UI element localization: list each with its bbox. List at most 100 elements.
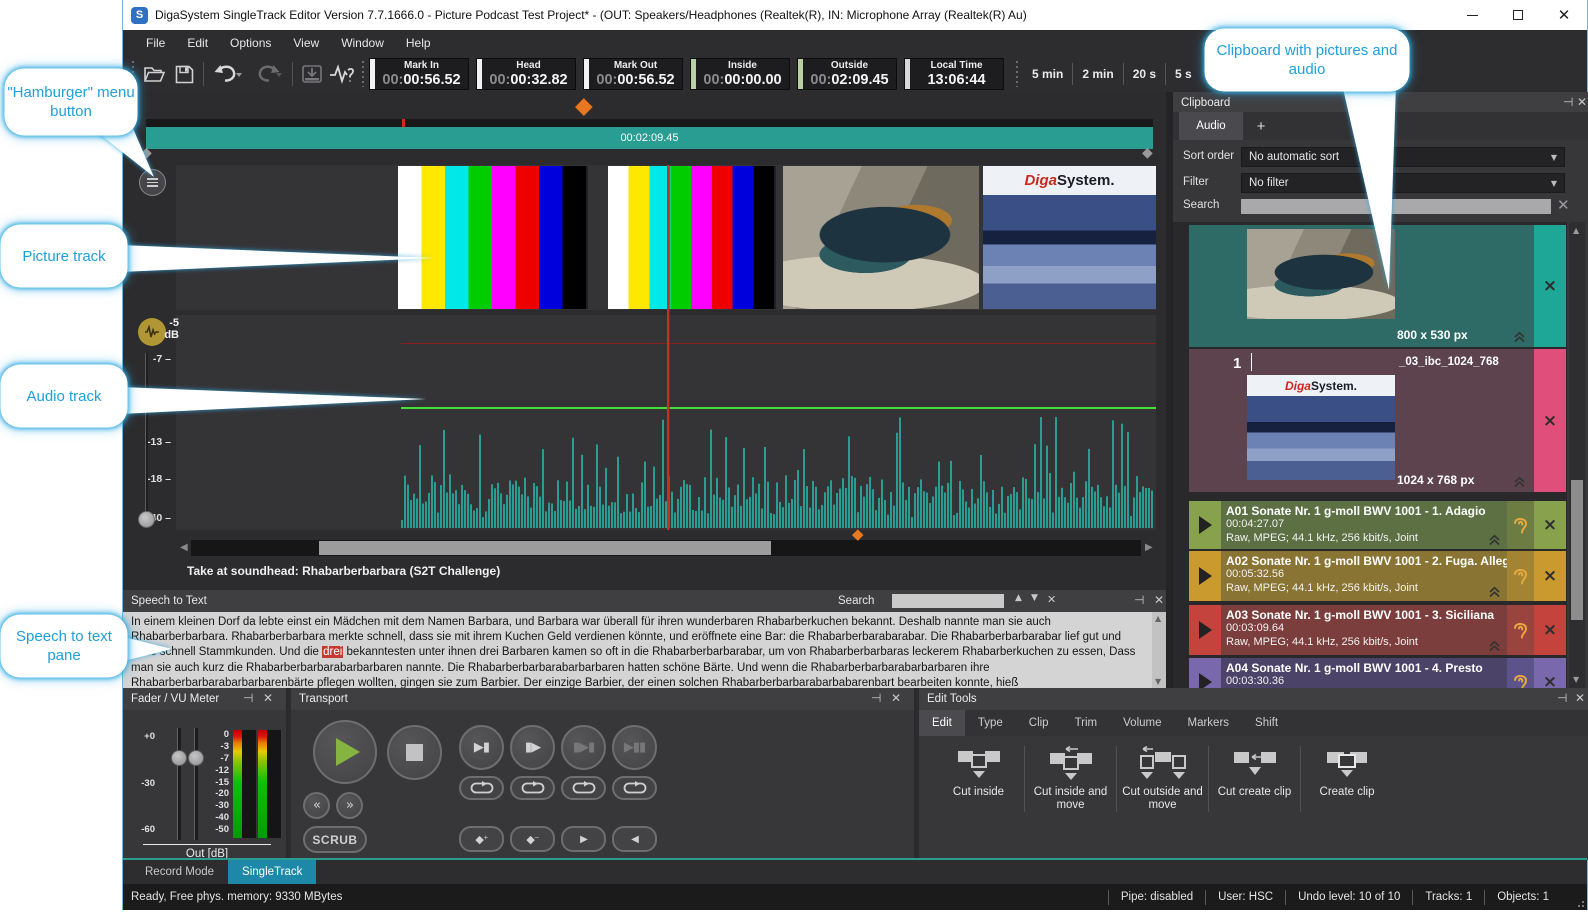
audio-track-lane[interactable] bbox=[176, 315, 1156, 530]
timebox-outside[interactable]: Outside00:02:09.45 bbox=[797, 58, 897, 90]
delete-button[interactable]: × bbox=[1534, 349, 1566, 492]
loop-button-3[interactable] bbox=[561, 776, 606, 800]
play-button[interactable] bbox=[1189, 658, 1221, 688]
tab-markers[interactable]: Markers bbox=[1175, 710, 1243, 736]
picture-clip-colorbars-1[interactable] bbox=[398, 166, 588, 309]
maximize-button[interactable] bbox=[1495, 0, 1541, 30]
tab-edit[interactable]: Edit bbox=[919, 710, 965, 736]
tool-cut-outside-and-move[interactable]: Cut outside and move bbox=[1117, 746, 1209, 812]
horizontal-scrollbar[interactable]: ◀ ▶ bbox=[123, 540, 1166, 558]
track-marker-icon[interactable]: ◆ bbox=[852, 525, 864, 543]
tab-shift[interactable]: Shift bbox=[1242, 710, 1291, 736]
audio-track[interactable]: -5dB -7 –-9 –-13 –-18 –-40 – bbox=[123, 315, 1166, 530]
playhead[interactable] bbox=[667, 165, 669, 530]
menu-window[interactable]: Window bbox=[330, 32, 395, 54]
tool-cut-create-clip[interactable]: Cut create clip bbox=[1209, 746, 1301, 812]
overview-range-bar[interactable]: 00:02:09.45 bbox=[146, 127, 1153, 149]
import-button[interactable] bbox=[297, 60, 327, 88]
close-button[interactable]: ✕ bbox=[1541, 0, 1587, 30]
clipboard-audio-item[interactable]: A04 Sonate Nr. 1 g-moll BWV 1001 - 4. Pr… bbox=[1189, 658, 1566, 688]
delete-button[interactable]: × bbox=[1534, 551, 1566, 601]
play-button[interactable] bbox=[1189, 605, 1221, 655]
timebox-inside[interactable]: Inside00:00:00.00 bbox=[690, 58, 790, 90]
zoom-preset-5min[interactable]: 5 min bbox=[1023, 67, 1072, 81]
close-icon[interactable]: ✕ bbox=[891, 691, 901, 705]
listen-button[interactable] bbox=[1507, 658, 1534, 688]
undo-button[interactable] bbox=[208, 60, 248, 88]
track-fader-slider[interactable] bbox=[145, 353, 148, 521]
pin-icon[interactable]: ⊣ bbox=[871, 691, 881, 705]
delete-button[interactable]: × bbox=[1534, 501, 1566, 549]
timebox-local-time[interactable]: Local Time13:06:44 bbox=[904, 58, 1004, 90]
track-gain-icon[interactable] bbox=[138, 318, 166, 346]
clipboard-picture-item[interactable]: 1_03_ibc_1024_768DigaSystem.1024 x 768 p… bbox=[1189, 349, 1566, 492]
play-to-mark-button[interactable]: ▶▮ bbox=[459, 725, 504, 770]
prev-marker-button[interactable]: ◀ bbox=[612, 826, 657, 852]
close-icon[interactable]: ✕ bbox=[1575, 691, 1585, 705]
collapse-icon[interactable] bbox=[1488, 534, 1501, 546]
search-prev-icon[interactable]: ▲ bbox=[1015, 593, 1022, 603]
listen-button[interactable] bbox=[1507, 551, 1534, 601]
mode-tab-record-mode[interactable]: Record Mode bbox=[131, 860, 228, 884]
pin-icon[interactable]: ⊣ bbox=[1563, 95, 1573, 109]
speech-scrollbar[interactable]: ▲ ▼ bbox=[1152, 612, 1166, 688]
skip-forward-button[interactable]: » bbox=[336, 792, 363, 819]
play-button[interactable] bbox=[1189, 551, 1221, 601]
item-thumbnail[interactable]: DigaSystem. bbox=[1247, 375, 1395, 480]
clipboard-audio-item[interactable]: A03 Sonate Nr. 1 g-moll BWV 1001 - 3. Si… bbox=[1189, 605, 1566, 655]
play-button[interactable] bbox=[1189, 501, 1221, 549]
close-icon[interactable]: ✕ bbox=[1577, 95, 1587, 109]
audio-waveform[interactable] bbox=[401, 415, 1156, 528]
timebox-mark-in[interactable]: Mark In00:00:56.52 bbox=[369, 58, 469, 90]
sort-order-select[interactable]: No automatic sort▼ bbox=[1241, 147, 1565, 167]
search-next-icon[interactable]: ▼ bbox=[1031, 593, 1038, 603]
fader-knob-left[interactable] bbox=[171, 750, 187, 766]
loop-button-1[interactable] bbox=[459, 776, 504, 800]
scrollbar-track[interactable] bbox=[191, 540, 1141, 556]
menu-file[interactable]: File bbox=[135, 32, 176, 54]
listen-button[interactable] bbox=[1507, 605, 1534, 655]
search-clear-icon[interactable]: ✕ bbox=[1557, 196, 1570, 214]
resize-grip[interactable] bbox=[1575, 898, 1585, 908]
collapse-icon[interactable] bbox=[1488, 640, 1501, 652]
close-icon[interactable]: ✕ bbox=[1154, 593, 1164, 607]
minimize-button[interactable] bbox=[1449, 0, 1495, 30]
close-icon[interactable]: ✕ bbox=[263, 691, 273, 705]
collapse-icon[interactable] bbox=[1513, 331, 1526, 343]
play-outside-button[interactable]: ▶▮▮ bbox=[612, 725, 657, 770]
tab-volume[interactable]: Volume bbox=[1110, 710, 1174, 736]
delete-button[interactable]: × bbox=[1534, 658, 1566, 688]
pin-icon[interactable]: ⊣ bbox=[243, 691, 253, 705]
scroll-right-icon[interactable]: ▶ bbox=[1145, 542, 1153, 553]
scroll-up-icon[interactable]: ▲ bbox=[1573, 226, 1579, 235]
add-marker-button[interactable]: ◆⁺ bbox=[459, 826, 504, 852]
menu-view[interactable]: View bbox=[282, 32, 330, 54]
listen-button[interactable] bbox=[1507, 501, 1534, 549]
clipboard-tab-add[interactable]: + bbox=[1243, 112, 1279, 140]
picture-clip-digasystem[interactable]: DigaSystem. bbox=[983, 166, 1156, 309]
tab-clip[interactable]: Clip bbox=[1016, 710, 1062, 736]
fader-slider-right[interactable] bbox=[194, 728, 198, 840]
delete-button[interactable]: × bbox=[1534, 605, 1566, 655]
mode-tab-singletrack[interactable]: SingleTrack bbox=[228, 860, 316, 884]
next-marker-button[interactable]: ▶ bbox=[561, 826, 606, 852]
remove-marker-button[interactable]: ◆⁻ bbox=[510, 826, 555, 852]
delete-button[interactable]: × bbox=[1534, 225, 1566, 347]
scrollbar-thumb[interactable] bbox=[1571, 480, 1583, 620]
fader-knob-right[interactable] bbox=[188, 750, 204, 766]
volume-line[interactable] bbox=[401, 407, 1156, 409]
menu-options[interactable]: Options bbox=[219, 32, 282, 54]
picture-clip-lizard[interactable] bbox=[783, 166, 979, 309]
tab-type[interactable]: Type bbox=[965, 710, 1016, 736]
play-button[interactable] bbox=[313, 720, 377, 784]
zoom-preset-2min[interactable]: 2 min bbox=[1073, 67, 1122, 81]
clipboard-scrollbar[interactable]: ▲ ▼ bbox=[1569, 222, 1585, 688]
overview-ruler[interactable] bbox=[146, 119, 1153, 127]
menu-help[interactable]: Help bbox=[395, 32, 442, 54]
toolbar-grip[interactable] bbox=[1013, 61, 1021, 87]
speech-transcript[interactable]: In einem kleinen Dorf da lebte einst ein… bbox=[123, 612, 1152, 688]
search-clear-icon[interactable]: ✕ bbox=[1047, 593, 1056, 606]
audio-analysis-button[interactable] bbox=[327, 60, 357, 88]
tool-cut-inside[interactable]: Cut inside bbox=[933, 746, 1025, 812]
scroll-left-icon[interactable]: ◀ bbox=[180, 542, 188, 553]
